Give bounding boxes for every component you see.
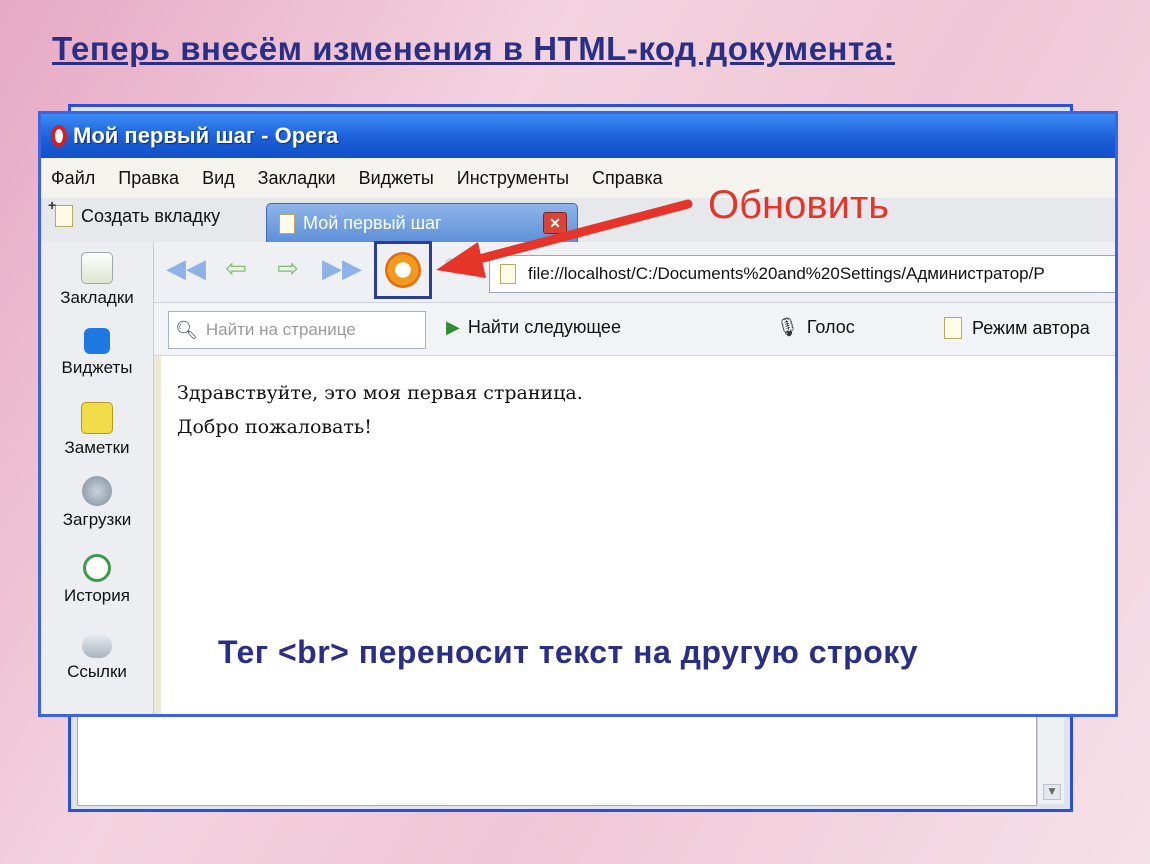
address-bar[interactable]: file://localhost/C:/Documents%20and%20Se…	[489, 255, 1115, 293]
search-icon: 🔍︎	[175, 319, 198, 340]
forward-icon[interactable]: ⇨	[270, 254, 306, 284]
page-text-line: Добро пожаловать!	[177, 416, 372, 438]
sidebar-item-links[interactable]: Ссылки	[41, 634, 153, 682]
panel-sidebar: Закладки Виджеты Заметки Загрузки Истори…	[41, 242, 154, 714]
window-title: Мой первый шаг - Opera	[73, 123, 339, 148]
notes-icon	[81, 402, 113, 434]
menu-tools[interactable]: Инструменты	[457, 168, 569, 189]
slide-title: Теперь внесём изменения в HTML-код докум…	[52, 30, 895, 67]
back-icon[interactable]: ⇦	[218, 254, 254, 284]
new-tab-button[interactable]: Создать вкладку	[48, 197, 221, 227]
document-icon	[944, 317, 962, 339]
tab-bar: Создать вкладку Мой первый шаг ✕	[41, 197, 1115, 243]
microphone-icon: 🎙︎	[776, 317, 799, 337]
reload-icon[interactable]: ⟳	[385, 252, 421, 288]
menu-bookmarks[interactable]: Закладки	[258, 168, 336, 189]
menu-file[interactable]: Файл	[51, 168, 95, 189]
browser-window: Мой первый шаг - Opera Файл Правка Вид З…	[38, 111, 1118, 717]
address-text: file://localhost/C:/Documents%20and%20Se…	[528, 264, 1045, 283]
new-tab-label: Создать вкладку	[81, 205, 221, 226]
opera-logo-icon	[51, 125, 67, 147]
menu-help[interactable]: Справка	[592, 168, 663, 189]
page-icon	[279, 213, 295, 234]
page-icon	[500, 264, 516, 284]
sidebar-item-label: Ссылки	[67, 662, 127, 681]
find-next-label: Найти следующее	[467, 317, 621, 337]
voice-label: Голос	[806, 317, 855, 337]
sidebar-item-label: Закладки	[60, 288, 134, 307]
sidebar-item-downloads[interactable]: Загрузки	[41, 476, 153, 530]
find-input[interactable]: 🔍︎ Найти на странице	[168, 311, 426, 349]
reload-callout-label: Обновить	[708, 183, 890, 227]
find-placeholder: Найти на странице	[205, 320, 356, 339]
download-icon	[82, 476, 112, 506]
sidebar-item-history[interactable]: История	[41, 554, 153, 606]
navigation-bar: ◀◀ ⇦ ⇨ ▶▶ ⟳ ✎ file://localhost/C:/Docume…	[154, 241, 1115, 303]
slide-caption: Тег <br> переносит текст на другую строк…	[218, 634, 919, 670]
menu-edit[interactable]: Правка	[118, 168, 179, 189]
sidebar-item-label: Загрузки	[62, 510, 132, 529]
sidebar-item-bookmarks[interactable]: Закладки	[41, 252, 153, 308]
close-icon[interactable]: ✕	[543, 212, 567, 234]
author-mode-button[interactable]: Режим автора	[944, 317, 1090, 339]
sidebar-item-notes[interactable]: Заметки	[41, 402, 153, 458]
clock-icon	[83, 554, 111, 582]
rewind-icon[interactable]: ◀◀	[166, 254, 206, 284]
vertical-scrollbar[interactable]: ▼	[1037, 712, 1064, 804]
author-mode-label: Режим автора	[972, 317, 1090, 338]
page-text-line: Здравствуйте, это моя первая страница.	[177, 382, 583, 404]
voice-button[interactable]: 🎙︎ Голос	[776, 317, 855, 338]
scroll-down-icon[interactable]: ▼	[1043, 784, 1061, 800]
tab-label: Мой первый шаг	[303, 213, 442, 233]
sidebar-item-label: Заметки	[64, 438, 130, 457]
sidebar-item-widgets[interactable]: Виджеты	[41, 328, 153, 378]
title-bar: Мой первый шаг - Opera	[41, 114, 1115, 158]
edit-icon[interactable]: ✎	[436, 254, 472, 284]
link-icon	[82, 634, 112, 658]
play-icon: ▶	[446, 317, 460, 337]
sidebar-item-label: Виджеты	[61, 358, 133, 377]
menu-view[interactable]: Вид	[202, 168, 235, 189]
find-bar: 🔍︎ Найти на странице ▶ Найти следующее 🎙…	[154, 303, 1115, 356]
fast-forward-icon[interactable]: ▶▶	[322, 254, 362, 284]
menu-widgets[interactable]: Виджеты	[359, 168, 434, 189]
menu-bar: Файл Правка Вид Закладки Виджеты Инструм…	[41, 158, 1115, 198]
sidebar-item-label: История	[64, 586, 130, 605]
background-content	[77, 712, 1037, 806]
find-next-button[interactable]: ▶ Найти следующее	[446, 317, 621, 338]
new-tab-icon	[48, 197, 73, 227]
reload-highlight-box: ⟳	[374, 241, 432, 299]
bookmark-star-icon	[81, 252, 113, 284]
tab-active[interactable]: Мой первый шаг ✕	[266, 203, 578, 243]
gear-icon	[84, 328, 110, 354]
